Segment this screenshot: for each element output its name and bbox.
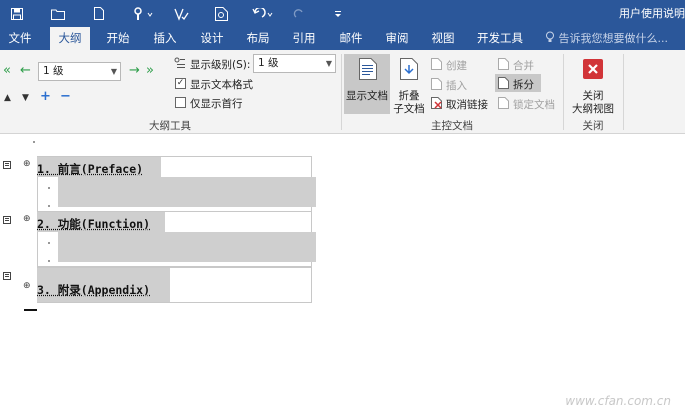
- tab-home[interactable]: 开始: [98, 27, 138, 50]
- tab-review[interactable]: 审阅: [377, 27, 417, 50]
- redo-icon[interactable]: [288, 0, 310, 27]
- tab-mailings[interactable]: 邮件: [331, 27, 371, 50]
- document-title: 用户使用说明: [619, 7, 685, 20]
- group-divider: [623, 54, 624, 130]
- show-level-select[interactable]: 1 级 ▼: [253, 54, 336, 73]
- subdocument-icon[interactable]: [3, 272, 11, 280]
- customize-toolbar-icon[interactable]: [330, 0, 346, 27]
- create-icon: [431, 58, 442, 73]
- tab-view[interactable]: 视图: [423, 27, 463, 50]
- paragraph-mark: [48, 205, 50, 207]
- move-down-icon[interactable]: ▼: [22, 92, 29, 105]
- print-preview-icon[interactable]: [210, 0, 232, 27]
- show-level-label: 显示级别(S):: [190, 59, 251, 71]
- promote-to-heading1-icon[interactable]: «: [3, 64, 11, 77]
- chevron-down-icon: ▼: [110, 67, 117, 76]
- title-bar: 用户使用说明: [0, 0, 685, 27]
- master-document-group-label: 主控文档: [431, 120, 473, 132]
- heading-1[interactable]: 1. 前言(Preface): [37, 161, 143, 177]
- lightbulb-icon: [545, 28, 555, 51]
- save-icon[interactable]: [6, 0, 28, 27]
- expand-heading-icon[interactable]: ⊕: [23, 281, 31, 291]
- promote-icon[interactable]: ←: [20, 64, 31, 77]
- show-text-format-label: 显示文本格式: [190, 79, 253, 91]
- ribbon: « ← 1 级 ▼ → » ▲ ▼ + − 显示级别(S): 1 级 ▼ ✓ 显…: [0, 50, 685, 134]
- ribbon-tab-bar: 文件 大纲 开始 插入 设计 布局 引用 邮件 审阅 视图 开发工具 告诉我您想…: [0, 27, 685, 50]
- close-icon: [583, 59, 603, 79]
- paragraph-mark: [48, 260, 50, 262]
- tell-me-text: 告诉我您想要做什么...: [558, 32, 669, 45]
- unlink-icon: [431, 97, 443, 112]
- tab-references[interactable]: 引用: [284, 27, 324, 50]
- collapse-subdocuments-button[interactable]: 折叠 子文档: [391, 54, 427, 115]
- tab-developer[interactable]: 开发工具: [472, 27, 528, 50]
- show-level-icon: [174, 57, 186, 72]
- show-first-line-label: 仅显示首行: [190, 98, 243, 110]
- subdocument-icon[interactable]: [3, 161, 11, 169]
- paragraph-mark: [48, 242, 50, 244]
- heading-3[interactable]: 3. 附录(Appendix): [37, 282, 150, 298]
- tab-file[interactable]: 文件: [0, 27, 40, 50]
- chevron-down-icon: ▼: [325, 59, 332, 68]
- new-document-icon[interactable]: [88, 0, 110, 27]
- expand-heading-icon[interactable]: ⊕: [23, 214, 31, 224]
- lock-document-button[interactable]: 锁定文档: [513, 97, 555, 112]
- outline-level-value: 1 级: [43, 65, 64, 77]
- text-cursor: [24, 309, 37, 311]
- document-icon: [359, 58, 377, 83]
- body-highlight: [58, 232, 316, 262]
- watermark: www.cfan.com.cn: [565, 394, 671, 408]
- subdocument-icon[interactable]: [3, 216, 11, 224]
- show-text-format-checkbox[interactable]: ✓: [175, 78, 186, 89]
- expand-plus-icon[interactable]: +: [40, 90, 51, 103]
- move-up-icon[interactable]: ▲: [4, 92, 11, 105]
- demote-icon[interactable]: →: [129, 64, 140, 77]
- tab-insert[interactable]: 插入: [145, 27, 185, 50]
- open-folder-icon[interactable]: [46, 0, 70, 27]
- spelling-check-icon[interactable]: [170, 0, 192, 27]
- close-label-line2: 大纲视图: [572, 103, 614, 115]
- insert-icon: [431, 78, 442, 93]
- collapse-minus-icon[interactable]: −: [60, 90, 71, 103]
- body-highlight: [58, 177, 316, 207]
- show-document-button[interactable]: 显示文档: [344, 54, 390, 114]
- merge-button[interactable]: 合并: [513, 58, 534, 73]
- split-label: 拆分: [513, 79, 534, 91]
- document-area[interactable]: ⊕ 1. 前言(Preface) ⊕ 2. 功能(Function) ⊕ 3. …: [0, 134, 685, 416]
- tab-outline[interactable]: 大纲: [50, 27, 90, 50]
- tell-me-search[interactable]: 告诉我您想要做什么...: [545, 27, 668, 50]
- touch-mode-icon[interactable]: [128, 0, 158, 27]
- merge-icon: [498, 58, 509, 73]
- split-icon: [498, 77, 509, 92]
- show-document-label: 显示文档: [346, 90, 388, 102]
- tab-design[interactable]: 设计: [192, 27, 232, 50]
- undo-icon[interactable]: [248, 0, 278, 27]
- outline-tools-group-label: 大纲工具: [149, 120, 191, 132]
- collapse-subdocument-icon: [400, 58, 418, 83]
- split-button[interactable]: 拆分: [495, 74, 541, 92]
- insert-button[interactable]: 插入: [446, 78, 467, 93]
- close-group-label: 关闭: [582, 120, 604, 132]
- lock-document-icon: [498, 97, 509, 112]
- heading-2[interactable]: 2. 功能(Function): [37, 216, 150, 232]
- tab-layout[interactable]: 布局: [238, 27, 278, 50]
- unlink-button[interactable]: 取消链接: [446, 97, 488, 112]
- paragraph-mark: [48, 187, 50, 189]
- show-first-line-checkbox[interactable]: [175, 97, 186, 108]
- show-level-value: 1 级: [258, 57, 279, 69]
- collapse-label-line2: 子文档: [393, 103, 425, 115]
- expand-heading-icon[interactable]: ⊕: [23, 159, 31, 169]
- outline-level-select[interactable]: 1 级 ▼: [38, 62, 121, 81]
- create-button[interactable]: 创建: [446, 58, 467, 73]
- close-outline-view-button[interactable]: 关闭 大纲视图: [566, 54, 620, 115]
- demote-to-body-icon[interactable]: »: [146, 64, 154, 77]
- paragraph-mark: [33, 141, 35, 143]
